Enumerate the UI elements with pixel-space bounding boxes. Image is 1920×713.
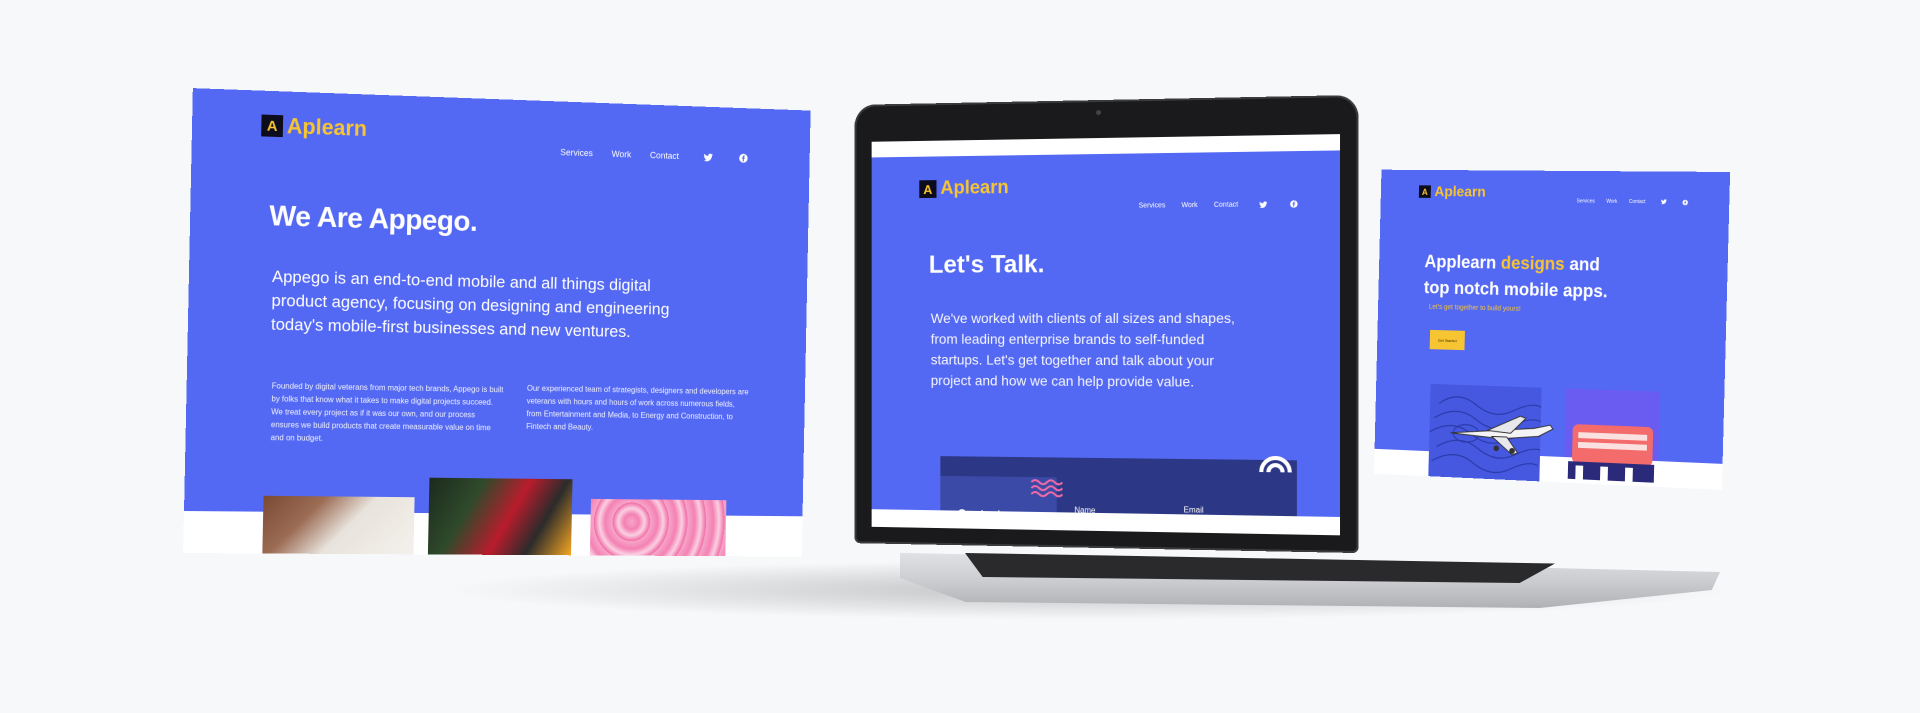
brand-mark-icon: A [261,114,284,138]
nav-item-work[interactable]: Work [1181,201,1197,208]
about-column-2: Our experienced team of strategists, des… [526,383,749,432]
intro-paragraph: We've worked with clients of all sizes a… [930,309,1235,390]
nav-item-contact[interactable]: Contact [650,150,679,161]
browser-bar [871,134,1341,158]
portfolio-image[interactable] [589,498,727,557]
wave-decoration-icon [1029,477,1062,497]
brand-logo[interactable]: A Aplearn [1418,183,1487,201]
email-field-label: Email [1183,505,1204,515]
twitter-icon[interactable] [1258,199,1268,209]
twitter-icon[interactable] [703,151,714,163]
nav-item-work[interactable]: Work [612,149,632,159]
page-title: Let's Talk. [928,250,1045,279]
camera-icon [1096,110,1101,116]
brand-name: Aplearn [940,177,1009,199]
page-title: We Are Appego. [268,200,478,238]
hero-heading-start: Applearn [1424,251,1497,273]
brand-logo[interactable]: A Aplearn [261,113,367,142]
brand-mark-icon: A [1418,185,1431,198]
hero-heading-accent: designs [1500,253,1565,274]
portfolio-image[interactable] [427,477,573,556]
intro-paragraph: Appego is an end-to-end mobile and all t… [270,267,670,341]
mockup-scene: A Aplearn Services Work Contact We Are A… [0,0,1920,713]
hero-heading: Applearn designs and top notch mobile ap… [1424,249,1622,306]
nav-item-contact[interactable]: Contact [1214,201,1238,208]
about-column-1: Founded by digital veterans from major t… [270,381,504,443]
brand-logo[interactable]: A Aplearn [919,177,1009,200]
nav-item-services[interactable]: Services [1577,198,1595,204]
laptop-lid: A Aplearn Services Work Contact Let's Ta… [854,94,1359,554]
nav-item-services[interactable]: Services [560,147,593,158]
nav-item-services[interactable]: Services [1139,202,1166,209]
brand-name: Aplearn [286,113,368,141]
hero-subtitle: Let's get together to build yours! [1428,303,1521,313]
facebook-icon[interactable] [738,152,749,164]
nav-item-contact[interactable]: Contact [1629,198,1646,204]
main-nav: Services Work Contact [1577,197,1689,205]
website-mockup-about: A Aplearn Services Work Contact We Are A… [183,88,811,557]
get-started-button[interactable]: Get Started [1429,329,1465,351]
twitter-icon[interactable] [1660,198,1667,205]
website-mockup-home: A Aplearn Services Work Contact Applearn… [1373,169,1731,490]
vehicle-illustration [1564,388,1660,483]
facebook-icon[interactable] [1289,199,1299,209]
main-nav: Services Work Contact [1139,199,1299,211]
website-mockup-contact: A Aplearn Services Work Contact Let's Ta… [871,134,1341,536]
airplane-illustration [1445,404,1558,467]
portfolio-image[interactable] [262,495,415,555]
nav-item-work[interactable]: Work [1606,198,1617,204]
facebook-icon[interactable] [1681,199,1688,206]
brand-mark-icon: A [919,180,937,199]
arch-decoration-icon [1258,450,1293,473]
main-nav: Services Work Contact [560,146,749,164]
brand-name: Aplearn [1434,183,1487,201]
